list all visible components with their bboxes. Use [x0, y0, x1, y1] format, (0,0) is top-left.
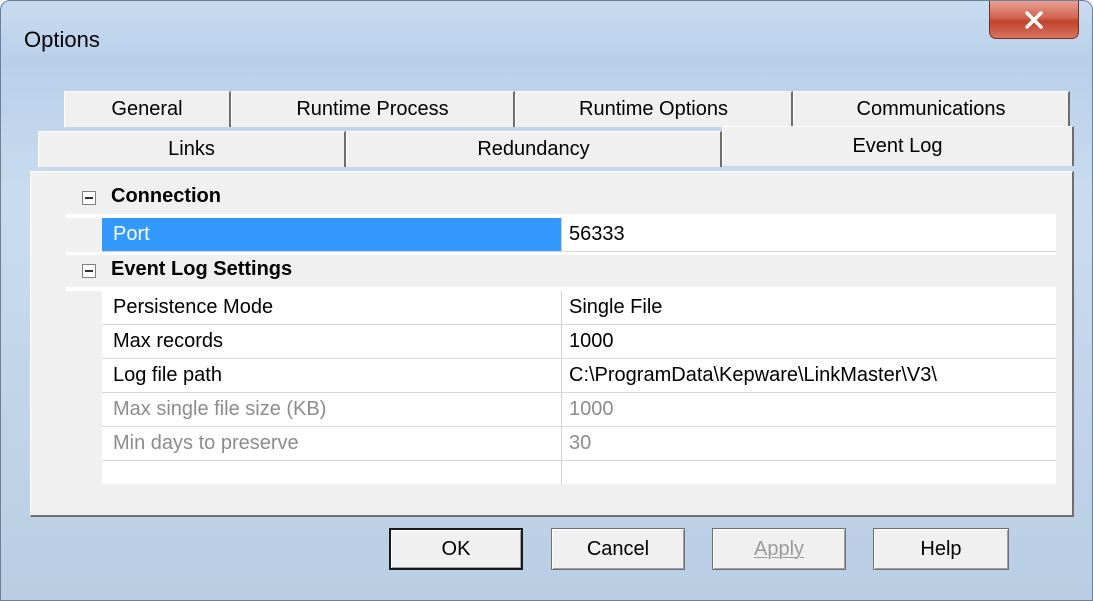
title-bar: Options: [1, 1, 1092, 73]
property-name[interactable]: Max records: [102, 325, 562, 358]
property-row-persistence-mode[interactable]: Persistence Mode Single File: [66, 291, 1056, 325]
property-name[interactable]: Port: [102, 218, 562, 251]
row-gutter: [66, 325, 102, 359]
row-gutter: [66, 218, 102, 252]
tab-general[interactable]: General: [64, 91, 231, 127]
cancel-button[interactable]: Cancel: [551, 528, 685, 570]
tab-runtime-options[interactable]: Runtime Options: [515, 91, 793, 127]
category-label: Connection: [111, 185, 221, 207]
property-value[interactable]: Single File: [562, 291, 1056, 324]
category-connection[interactable]: Connection: [66, 182, 1056, 214]
close-icon: [1025, 10, 1043, 29]
close-button[interactable]: [989, 1, 1079, 39]
property-value[interactable]: 1000: [562, 393, 1056, 426]
property-row-port[interactable]: Port 56333: [66, 218, 1056, 252]
tab-runtime-process[interactable]: Runtime Process: [231, 91, 515, 127]
property-row-max-single-file-size[interactable]: Max single file size (KB) 1000: [66, 393, 1056, 427]
window-title: Options: [24, 27, 100, 52]
property-row-min-days-to-preserve[interactable]: Min days to preserve 30: [66, 427, 1056, 461]
collapse-icon[interactable]: [82, 264, 96, 278]
help-button[interactable]: Help: [873, 528, 1009, 570]
property-name[interactable]: Min days to preserve: [102, 427, 562, 460]
property-name[interactable]: Persistence Mode: [102, 291, 562, 324]
row-gutter: [66, 359, 102, 393]
category-event-log-settings[interactable]: Event Log Settings: [66, 255, 1056, 287]
property-name[interactable]: Log file path: [102, 359, 562, 392]
tab-links[interactable]: Links: [38, 131, 346, 167]
property-row-empty: [66, 461, 1056, 484]
property-name-empty: [102, 461, 562, 484]
collapse-icon[interactable]: [82, 191, 96, 205]
property-name[interactable]: Max single file size (KB): [102, 393, 562, 426]
property-grid: Connection Port 56333 Event Log Settings…: [66, 182, 1056, 484]
property-row-log-file-path[interactable]: Log file path C:\ProgramData\Kepware\Lin…: [66, 359, 1056, 393]
tab-redundancy[interactable]: Redundancy: [346, 131, 722, 167]
row-gutter: [66, 427, 102, 461]
row-gutter: [66, 291, 102, 325]
row-gutter: [66, 461, 102, 484]
property-value[interactable]: C:\ProgramData\Kepware\LinkMaster\V3\: [562, 359, 1056, 392]
property-value[interactable]: 30: [562, 427, 1056, 460]
property-value[interactable]: 56333: [562, 218, 1056, 251]
ok-button[interactable]: OK: [389, 528, 523, 570]
tab-event-log[interactable]: Event Log: [722, 126, 1074, 166]
apply-label: Apply: [753, 537, 805, 560]
category-label: Event Log Settings: [111, 258, 293, 280]
property-value[interactable]: 1000: [562, 325, 1056, 358]
property-row-max-records[interactable]: Max records 1000: [66, 325, 1056, 359]
row-gutter: [66, 393, 102, 427]
tab-communications[interactable]: Communications: [793, 91, 1070, 127]
apply-button[interactable]: Apply: [712, 528, 846, 570]
